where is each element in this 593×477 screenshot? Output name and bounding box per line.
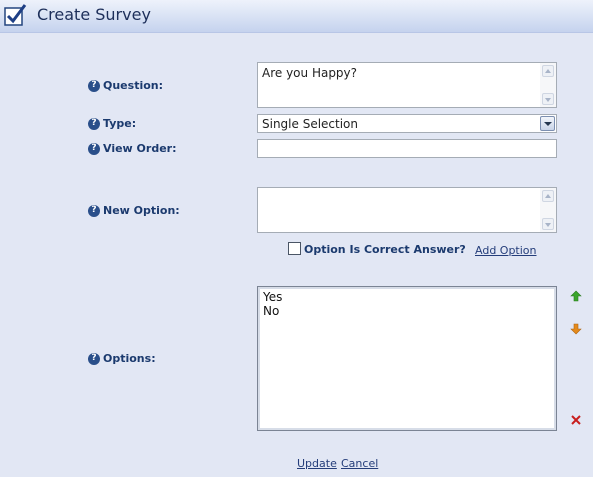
update-link[interactable]: Update: [297, 457, 337, 470]
question-scrollbar[interactable]: [540, 63, 556, 107]
help-icon[interactable]: ?: [88, 117, 100, 130]
new-option-scrollbar[interactable]: [540, 188, 556, 232]
help-icon[interactable]: ?: [88, 79, 100, 92]
correct-answer-checkbox[interactable]: [288, 242, 301, 255]
question-textarea[interactable]: Are you Happy?: [257, 62, 557, 108]
type-select[interactable]: Single Selection: [257, 114, 557, 133]
view-order-label-group: ? View Order:: [88, 142, 176, 155]
scroll-down-icon[interactable]: [542, 93, 554, 105]
cancel-link[interactable]: Cancel: [341, 457, 378, 470]
view-order-input[interactable]: [257, 139, 557, 158]
view-order-label: View Order:: [103, 142, 177, 155]
options-label: Options:: [103, 352, 156, 365]
options-listbox[interactable]: Yes No: [257, 286, 557, 431]
option-item[interactable]: No: [263, 304, 551, 318]
question-label-group: ? Question:: [88, 79, 163, 92]
delete-x-icon[interactable]: [570, 414, 582, 426]
options-label-group: ? Options:: [88, 352, 156, 365]
header-bar: Create Survey: [0, 0, 593, 33]
type-value: Single Selection: [262, 117, 359, 131]
new-option-label: New Option:: [103, 204, 180, 217]
add-option-link[interactable]: Add Option: [475, 244, 537, 257]
move-down-arrow-icon[interactable]: [570, 323, 582, 335]
question-label: Question:: [103, 79, 164, 92]
checkbox-checked-icon: [4, 4, 27, 26]
help-icon[interactable]: ?: [88, 352, 100, 365]
type-label-group: ? Type:: [88, 117, 136, 130]
type-label: Type:: [103, 117, 137, 130]
chevron-down-icon[interactable]: [540, 116, 555, 131]
question-value: Are you Happy?: [262, 66, 358, 80]
help-icon[interactable]: ?: [88, 204, 100, 217]
page-title: Create Survey: [37, 5, 151, 24]
scroll-up-icon[interactable]: [542, 190, 554, 202]
new-option-textarea[interactable]: [257, 187, 557, 233]
correct-answer-label: Option Is Correct Answer?: [304, 243, 466, 256]
scroll-up-icon[interactable]: [542, 65, 554, 77]
scroll-down-icon[interactable]: [542, 218, 554, 230]
option-item[interactable]: Yes: [263, 290, 551, 304]
new-option-label-group: ? New Option:: [88, 204, 180, 217]
move-up-arrow-icon[interactable]: [570, 290, 582, 302]
help-icon[interactable]: ?: [88, 142, 100, 155]
